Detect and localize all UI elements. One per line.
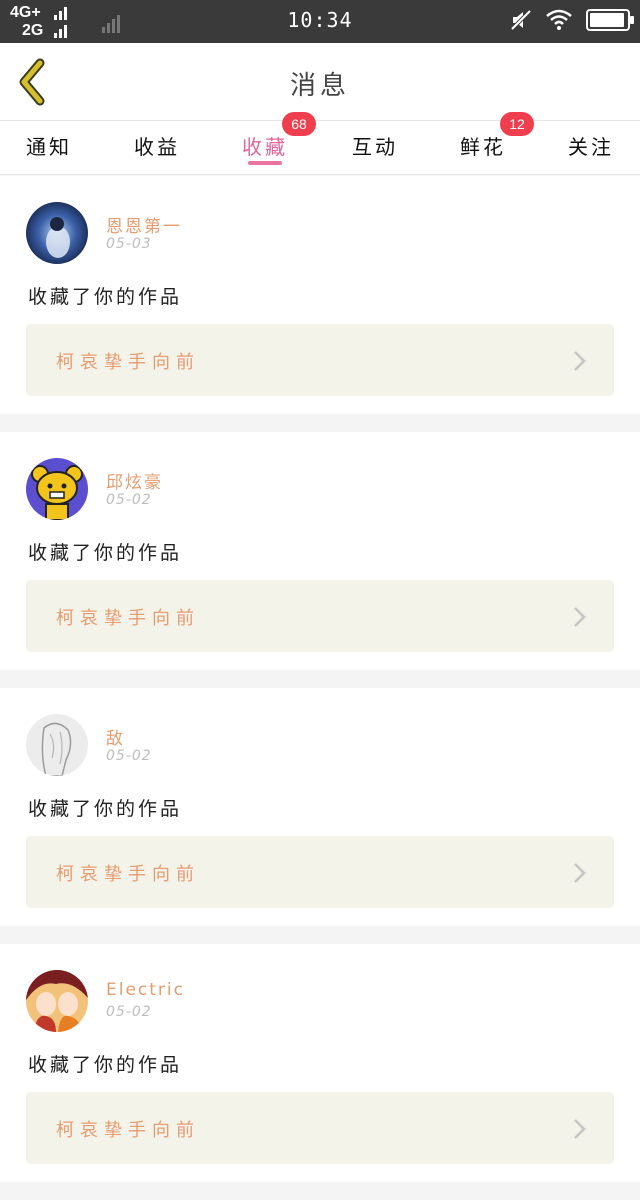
- chevron-right-icon: [574, 607, 586, 627]
- muted-icon: [510, 9, 532, 31]
- tab-notifications[interactable]: 通知: [4, 121, 94, 175]
- tab-label: 互动: [352, 135, 398, 159]
- timestamp: 05-02: [106, 748, 152, 764]
- list-item: Electric 05-02 收藏了你的作品 柯哀挚手向前: [0, 944, 640, 1182]
- activity-text: 收藏了你的作品: [28, 542, 183, 564]
- tab-interactions[interactable]: 互动: [330, 121, 420, 175]
- work-title: 柯哀挚手向前: [56, 352, 200, 373]
- active-tab-indicator: [248, 161, 282, 165]
- work-link[interactable]: 柯哀挚手向前: [26, 836, 614, 908]
- work-link[interactable]: 柯哀挚手向前: [26, 1092, 614, 1164]
- activity-text: 收藏了你的作品: [28, 1054, 183, 1076]
- work-link[interactable]: 柯哀挚手向前: [26, 324, 614, 396]
- status-bar: 4G+ 2G 10:34: [0, 0, 640, 43]
- tab-following[interactable]: 关注: [546, 121, 636, 175]
- username[interactable]: 邱炫豪: [106, 468, 163, 493]
- header: 消息: [0, 43, 640, 121]
- wifi-icon: [546, 9, 572, 30]
- work-title: 柯哀挚手向前: [56, 864, 200, 885]
- chevron-right-icon: [574, 351, 586, 371]
- chevron-right-icon: [574, 863, 586, 883]
- avatar[interactable]: [26, 714, 88, 776]
- timestamp: 05-02: [106, 1004, 152, 1020]
- avatar[interactable]: [26, 458, 88, 520]
- tab-label: 关注: [568, 135, 614, 159]
- list-item: 敌 05-02 收藏了你的作品 柯哀挚手向前: [0, 688, 640, 926]
- page-title: 消息: [289, 71, 350, 101]
- list-item: 恩恩第一 05-03 收藏了你的作品 柯哀挚手向前: [0, 176, 640, 414]
- favorites-feed: 恩恩第一 05-03 收藏了你的作品 柯哀挚手向前 邱炫豪 05-02 收藏了你…: [0, 176, 640, 1200]
- timestamp: 05-02: [106, 492, 152, 508]
- activity-text: 收藏了你的作品: [28, 798, 183, 820]
- activity-text: 收藏了你的作品: [28, 286, 183, 308]
- list-item: 邱炫豪 05-02 收藏了你的作品 柯哀挚手向前: [0, 432, 640, 670]
- username[interactable]: 恩恩第一: [106, 212, 182, 237]
- tab-earnings[interactable]: 收益: [112, 121, 202, 175]
- chevron-right-icon: [574, 1119, 586, 1139]
- tab-label: 通知: [26, 135, 72, 159]
- work-title: 柯哀挚手向前: [56, 608, 200, 629]
- flowers-count-badge: 12: [500, 112, 534, 136]
- tab-flowers[interactable]: 鲜花 12: [438, 112, 534, 175]
- favorites-count-badge: 68: [282, 112, 316, 136]
- avatar[interactable]: [26, 202, 88, 264]
- tab-label: 收益: [134, 135, 180, 159]
- tab-favorites[interactable]: 收藏 68: [220, 112, 316, 175]
- work-title: 柯哀挚手向前: [56, 1120, 200, 1141]
- work-link[interactable]: 柯哀挚手向前: [26, 580, 614, 652]
- timestamp: 05-03: [106, 236, 152, 252]
- battery-icon: [586, 9, 634, 31]
- username[interactable]: Electric: [106, 980, 185, 1000]
- avatar[interactable]: [26, 970, 88, 1032]
- tab-bar: 通知 收益 收藏 68 互动 鲜花 12 关注: [0, 112, 640, 175]
- username[interactable]: 敌: [106, 724, 125, 749]
